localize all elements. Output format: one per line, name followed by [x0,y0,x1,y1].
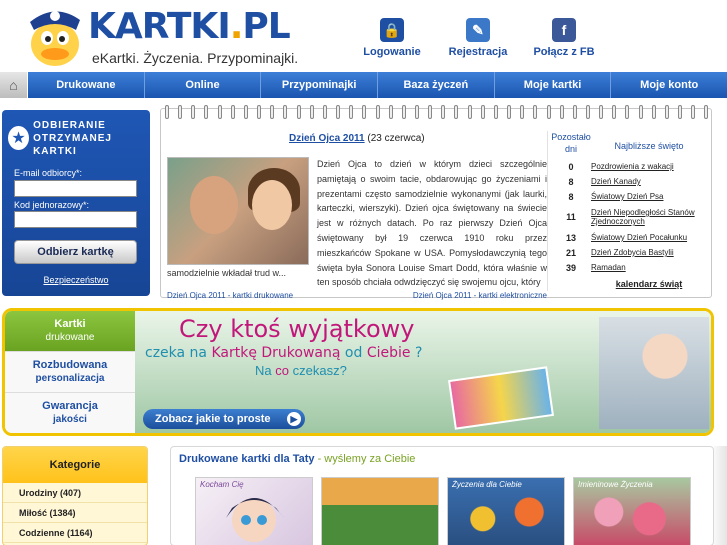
card-thumbnail[interactable]: Kocham Cię [195,477,313,545]
receive-card-header: ★ ODBIERANIE OTRZYMANEJ KARTKI [8,119,144,157]
promo-tab-personalization[interactable]: Rozbudowana personalizacja [5,352,135,393]
article-title-link[interactable]: Dzień Ojca 2011 [289,133,365,144]
facebook-connect-link[interactable]: f Połącz z FB [524,18,604,58]
nav-reminders[interactable]: Przypominajki [261,72,379,98]
article-body-continued: samodzielnie wkładał trud w... [167,268,287,278]
nav-printed[interactable]: Drukowane [28,72,145,98]
receive-card-panel: ★ ODBIERANIE OTRZYMANEJ KARTKI E-mail od… [2,110,150,296]
promo-feature-tabs: Kartki drukowane Rozbudowana personalizacj… [5,311,135,433]
card-thumbnail[interactable]: Życzenia dla Ciebie [447,477,565,545]
promo-headline-2: czeka na Kartkę Drukowaną od Ciebie ? [145,345,423,361]
security-link[interactable]: Bezpieczeństwo [2,275,150,285]
nav-my-cards[interactable]: Moje kartki [495,72,612,98]
holiday-row[interactable]: 39 Ramadan [551,260,707,275]
page-edge-scroll [714,446,727,545]
upcoming-holidays: Pozostało dni Najbliższe święto 0 Pozdrow… [551,131,707,289]
categories-title: Kategorie [3,447,147,483]
one-time-code-input[interactable] [14,211,137,228]
holiday-row[interactable]: 13 Światowy Dzień Pocałunku [551,230,707,245]
login-link[interactable]: 🔒 Logowanie [352,18,432,58]
article-date: (23 czerwca) [367,133,425,144]
card-thumbnail[interactable] [321,477,439,545]
notepad-rings [165,105,709,119]
printed-cards-for-dad: Drukowane kartki dla Taty - wyślemy za C… [170,446,714,545]
promo-headline-3: Na co czekasz? [255,363,347,378]
nav-wishes-base[interactable]: Baza życzeń [378,72,495,98]
child-at-window-image [599,317,709,429]
see-how-easy-button[interactable]: Zobacz jakie to proste ▶ [143,409,305,429]
promo-tab-quality[interactable]: Gwarancja jakości [5,393,135,433]
site-tagline: eKartki. Życzenia. Przypominajki. [92,50,299,66]
printed-cards-image [448,366,554,430]
site-logo[interactable]: KARTKI.PL [88,8,291,46]
holiday-row[interactable]: 8 Dzień Kanady [551,174,707,189]
duck-mascot-logo[interactable] [22,4,88,68]
article-title: Dzień Ojca 2011 (23 czerwca) [289,133,425,144]
holiday-row[interactable]: 11 Dzień Niepodległości Stanów Zjednoczon… [551,204,707,230]
receive-card-title-1: ODBIERANIE [33,119,106,131]
site-header: KARTKI.PL eKartki. Życzenia. Przypominaj… [0,0,727,72]
nav-online[interactable]: Online [145,72,262,98]
main-navigation: ⌂ Drukowane Online Przypominajki Baza ży… [0,72,727,98]
father-daughter-photo[interactable] [167,157,309,265]
nav-my-account[interactable]: Moje konto [611,72,727,98]
categories-panel: Kategorie Urodziny (407) Miłość (1384) C… [2,446,148,545]
form-icon: ✎ [466,18,490,42]
days-left-header: Pozostało dni [551,132,591,154]
star-badge-icon: ★ [8,126,30,150]
facebook-icon: f [552,18,576,42]
email-label: E-mail odbiorcy*: [14,168,83,178]
home-icon[interactable]: ⌂ [0,72,28,98]
category-item[interactable]: Codzienne (1164) [3,523,147,543]
promo-headline-1: Czy ktoś wyjątkowy [179,315,415,343]
printed-cards-link[interactable]: Dzień Ojca 2011 - kartki drukowane [167,291,293,300]
electronic-cards-link[interactable]: Dzień Ojca 2011 - kartki elektroniczne [413,291,547,300]
article-links: Dzień Ojca 2011 - kartki drukowane Dzień… [167,291,547,300]
notepad-divider [547,131,548,291]
recipient-email-input[interactable] [14,180,137,197]
holiday-row[interactable]: 21 Dzień Zdobycia Bastylii [551,245,707,260]
card-thumbnail[interactable]: Imieninowe Życzenia [573,477,691,545]
register-link[interactable]: ✎ Rejestracja [438,18,518,58]
featured-article-notepad: Dzień Ojca 2011 (23 czerwca) Dzień Ojca … [160,105,712,300]
category-item[interactable]: Urodziny (407) [3,483,147,503]
printed-cards-heading: Drukowane kartki dla Taty - wyślemy za C… [179,453,416,465]
nearest-holiday-header: Najbliższe święto [614,141,684,151]
receive-card-button[interactable]: Odbierz kartkę [14,240,137,264]
holiday-row[interactable]: 8 Światowy Dzień Psa [551,189,707,204]
promo-banner[interactable]: Czy ktoś wyjątkowy czeka na Kartkę Druko… [135,311,711,433]
promo-tab-printed[interactable]: Kartki drukowane [5,311,135,352]
holiday-row[interactable]: 0 Pozdrowienia z wakacji [551,159,707,174]
category-item[interactable]: Miłość (1384) [3,503,147,523]
lock-icon: 🔒 [380,18,404,42]
arrow-right-icon: ▶ [287,412,301,426]
receive-card-title-2: OTRZYMANEJ KARTKI [33,132,112,157]
holiday-calendar-link[interactable]: kalendarz świąt [551,279,707,289]
printed-cards-promo: Kartki drukowane Rozbudowana personalizacj… [2,308,714,436]
code-label: Kod jednorazowy*: [14,200,90,210]
